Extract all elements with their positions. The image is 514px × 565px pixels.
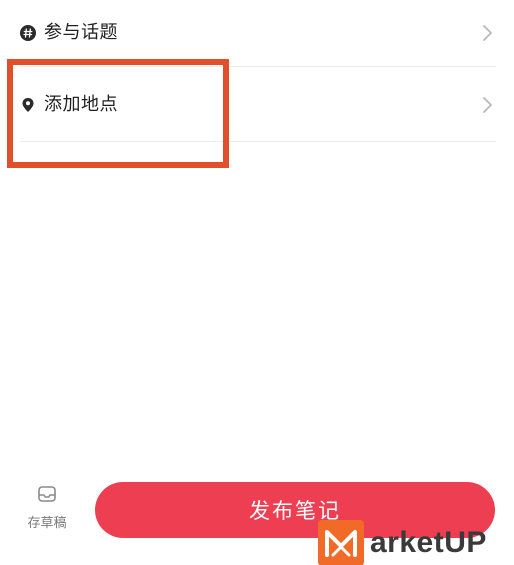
chevron-right-icon [482, 96, 494, 114]
topic-row[interactable]: 参与话题 [0, 0, 514, 66]
m-logo-icon [318, 519, 364, 565]
chevron-right-icon [482, 24, 494, 42]
draft-box-icon [37, 484, 57, 504]
save-draft-button[interactable]: 存草稿 [24, 484, 70, 531]
hashtag-icon [20, 25, 36, 41]
highlight-annotation-box [7, 59, 229, 168]
topic-label: 参与话题 [44, 22, 118, 43]
watermark-text: arketUP [370, 525, 487, 559]
publish-note-page: 参与话题 添加地点 存草稿 发布笔记 arketUP [0, 0, 514, 565]
save-draft-label: 存草稿 [27, 516, 67, 531]
marketup-watermark: arketUP [318, 519, 514, 565]
